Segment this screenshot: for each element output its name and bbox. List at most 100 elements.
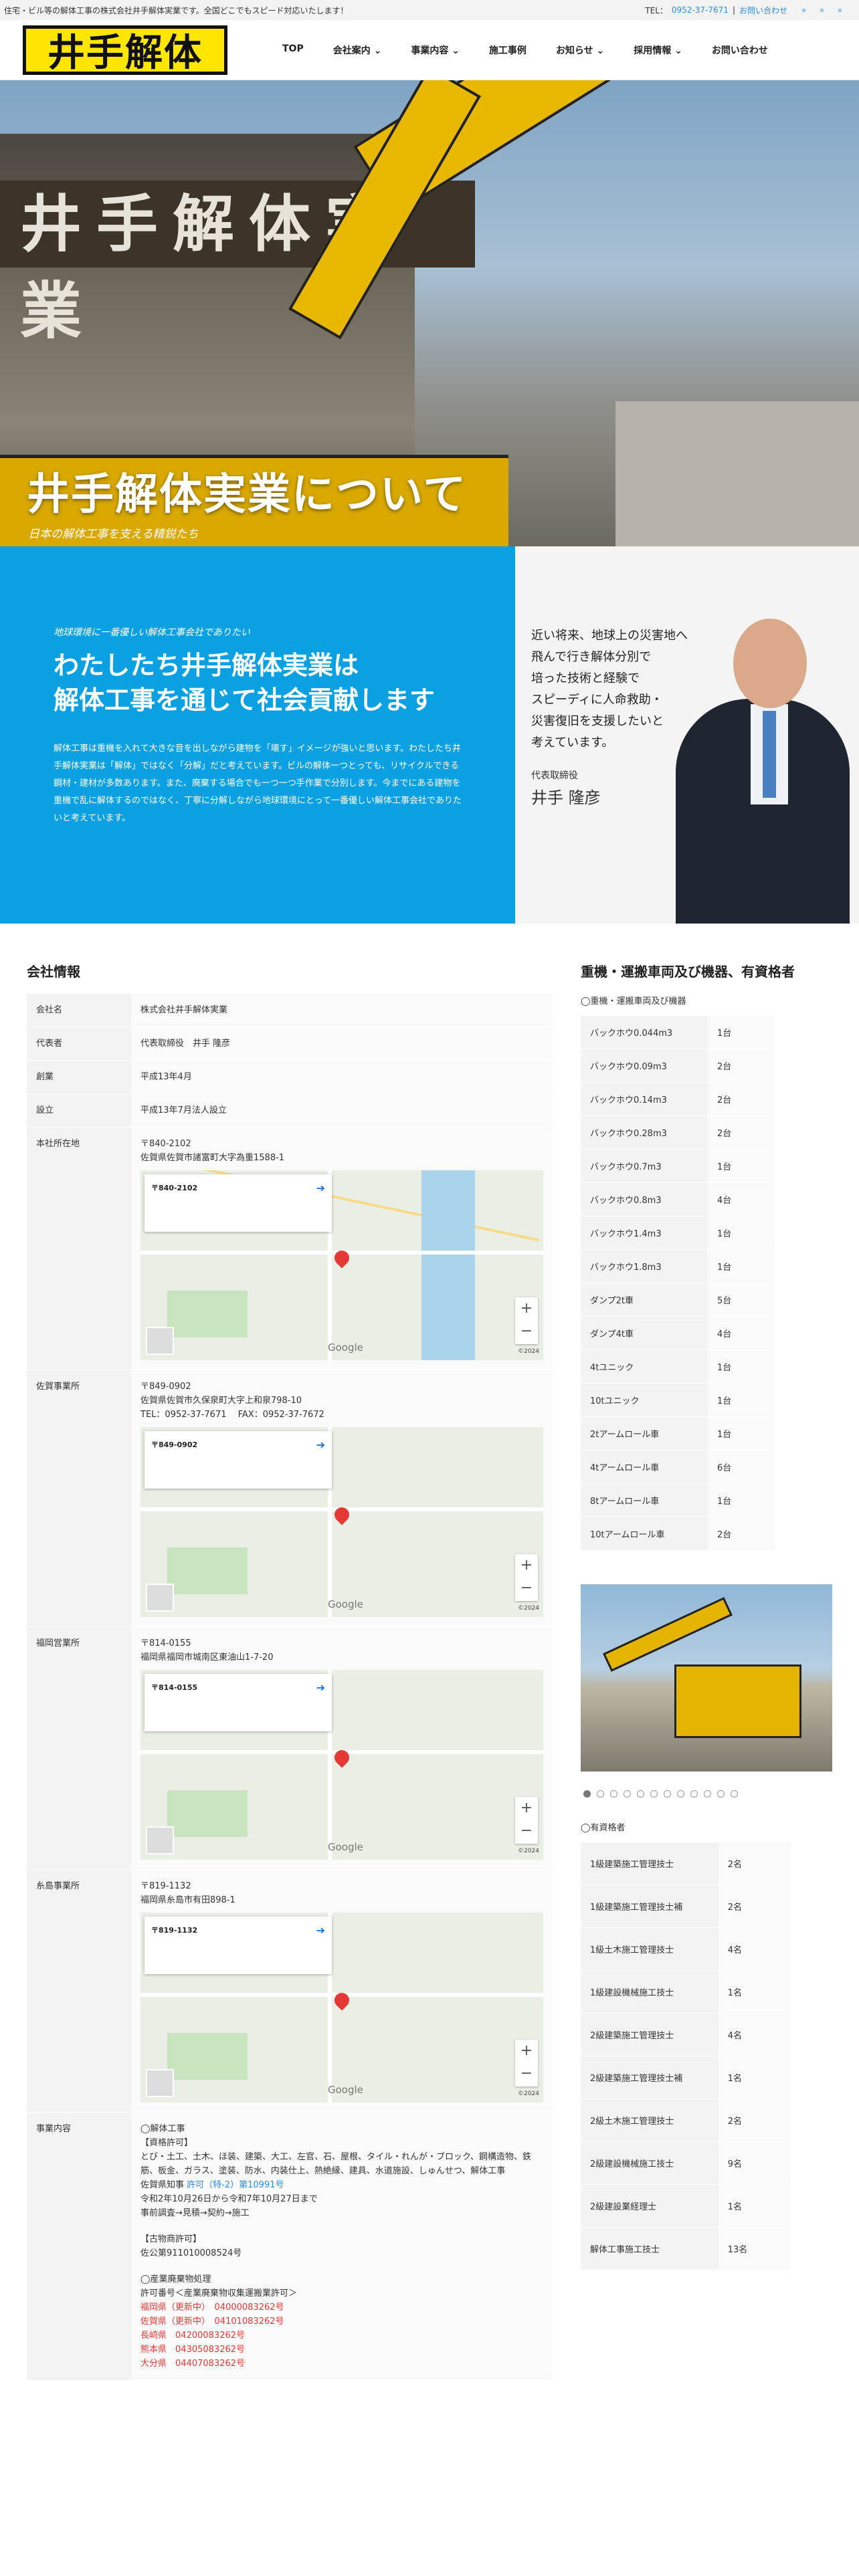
map-zoom-controls[interactable]: + − bbox=[515, 2040, 538, 2086]
map-embed[interactable]: 〒849-0902 ➔ + − Google ©2024 bbox=[140, 1427, 543, 1617]
about-left: 地球環境に一番優しい解体工事会社でありたい わたしたち井手解体実業は 解体工事を通… bbox=[0, 546, 515, 924]
license-link[interactable]: 許可（特-2）第10991号 bbox=[187, 2180, 284, 2190]
nav-item-works[interactable]: 施工事例 bbox=[474, 43, 541, 57]
table-row: 解体工事施工技士 13名 bbox=[581, 2227, 791, 2270]
table-row: 設立 平成13年7月法人設立 bbox=[27, 1093, 553, 1128]
table-row: 福岡営業所 〒814-0155 福岡県福岡市城南区東油山1-7-20 〒814-0… bbox=[27, 1626, 553, 1870]
nav-item-recruit[interactable]: 採用情報 ⌄ bbox=[619, 43, 697, 57]
table-row: 1級建築施工管理技士 2名 bbox=[581, 1842, 791, 1885]
google-logo: Google bbox=[328, 1341, 363, 1354]
table-row: 4tユニック 1台 bbox=[581, 1350, 775, 1384]
table-row: バックホウ0.14m3 2台 bbox=[581, 1082, 775, 1116]
slider-dot[interactable] bbox=[717, 1790, 725, 1798]
table-row: 2tアームロール車 1台 bbox=[581, 1416, 775, 1451]
about-headline: わたしたち井手解体実業は 解体工事を通じて社会貢献します bbox=[54, 651, 436, 715]
map-terms[interactable]: ©2024 bbox=[518, 1345, 539, 1359]
google-logo: Google bbox=[328, 1841, 363, 1853]
map-layer-thumbnail[interactable] bbox=[146, 1327, 174, 1355]
slider-dot[interactable] bbox=[637, 1790, 644, 1798]
table-row: 10tアームロール車 2台 bbox=[581, 1517, 775, 1551]
map-terms[interactable]: ©2024 bbox=[518, 2087, 539, 2101]
main-content: 会社情報 会社名 株式会社井手解体実業 代表者 代表取締役 井手 隆彦 創業 平成13… bbox=[0, 961, 859, 2381]
google-logo: Google bbox=[328, 2084, 363, 2096]
about-tag: 地球環境に一番優しい解体工事会社でありたい bbox=[54, 627, 250, 638]
ceo-message: 近い将来、地球上の災害地へ 飛んで行き解体分別で 培った技術と経験で スピーディに人命… bbox=[515, 546, 859, 924]
about-body: 解体工事は重機を入れて大きな音を出しながら建物を「壊す」イメージが強いと思います… bbox=[54, 744, 462, 823]
slider-dot[interactable] bbox=[704, 1790, 711, 1798]
contact-link[interactable]: お問い合わせ bbox=[739, 5, 787, 16]
directions-icon[interactable]: ➔ bbox=[316, 1181, 325, 1195]
map-layer-thumbnail[interactable] bbox=[146, 1584, 174, 1612]
topbar: 住宅・ビル等の解体工事の株式会社井手解体実業です。全国どこでもスピード対応いたし… bbox=[0, 0, 859, 20]
chevron-down-icon: ⌄ bbox=[674, 45, 682, 56]
map-info-card: 〒849-0902 ➔ bbox=[145, 1431, 332, 1489]
table-row: バックホウ1.4m3 1台 bbox=[581, 1216, 775, 1250]
tel-link[interactable]: 0952-37-7671 bbox=[672, 5, 729, 15]
slider-dot[interactable] bbox=[597, 1790, 604, 1798]
directions-icon[interactable]: ➔ bbox=[316, 1681, 325, 1695]
map-terms[interactable]: ©2024 bbox=[518, 1844, 539, 1858]
nav-item-business[interactable]: 事業内容 ⌄ bbox=[396, 43, 474, 57]
slider-dot[interactable] bbox=[677, 1790, 684, 1798]
table-row: 代表者 代表取締役 井手 隆彦 bbox=[27, 1027, 553, 1061]
nav-item-news[interactable]: お知らせ ⌄ bbox=[541, 43, 619, 57]
map-layer-thumbnail[interactable] bbox=[146, 1826, 174, 1854]
topbar-separator: | bbox=[732, 5, 735, 15]
chevron-down-icon: ⌄ bbox=[452, 45, 460, 56]
slider-dot[interactable] bbox=[583, 1790, 591, 1798]
main-nav: TOP 会社案内 ⌄ 事業内容 ⌄ 施工事例 お知らせ ⌄ 採用情報 ⌄ お問い… bbox=[268, 43, 783, 57]
map-layer-thumbnail[interactable] bbox=[146, 2069, 174, 2097]
topbar-right: TEL： 0952-37-7671 | お問い合わせ bbox=[645, 5, 842, 16]
table-row: 1級土木施工管理技士 4名 bbox=[581, 1927, 791, 1971]
table-row: 1級建設機械施工技士 1名 bbox=[581, 1970, 791, 2014]
social-icon[interactable] bbox=[820, 8, 824, 12]
nav-item-contact[interactable]: お問い合わせ bbox=[697, 43, 783, 57]
slider-dot[interactable] bbox=[731, 1790, 738, 1798]
table-row: 1級建築施工管理技士補 2名 bbox=[581, 1885, 791, 1928]
slider-dot[interactable] bbox=[664, 1790, 671, 1798]
nav-item-top[interactable]: TOP bbox=[268, 43, 318, 57]
map-embed[interactable]: 〒814-0155 ➔ + − Google ©2024 bbox=[140, 1670, 543, 1860]
slider-dot[interactable] bbox=[650, 1790, 658, 1798]
map-info-card: 〒840-2102 ➔ bbox=[145, 1174, 332, 1232]
company-table: 会社名 株式会社井手解体実業 代表者 代表取締役 井手 隆彦 創業 平成13年4月 設… bbox=[27, 994, 553, 2381]
site-logo[interactable]: 井手解体 bbox=[23, 25, 227, 75]
header: 井手解体 TOP 会社案内 ⌄ 事業内容 ⌄ 施工事例 お知らせ ⌄ 採用情報 … bbox=[0, 20, 859, 80]
directions-icon[interactable]: ➔ bbox=[316, 1923, 325, 1937]
hero-subtitle: 日本の解体工事を支える精鋭たち bbox=[28, 528, 199, 541]
qual-subtitle: ◯有資格者 bbox=[581, 1823, 626, 1833]
qual-table: 1級建築施工管理技士 2名 1級建築施工管理技士補 2名 1級土木施工管理技士 4名 … bbox=[581, 1842, 791, 2270]
topbar-text: 住宅・ビル等の解体工事の株式会社井手解体実業です。全国どこでもスピード対応いたし… bbox=[4, 5, 349, 15]
slider-dot[interactable] bbox=[610, 1790, 617, 1798]
table-row: 4tアームロール車 6台 bbox=[581, 1450, 775, 1484]
social-icon[interactable] bbox=[802, 8, 805, 12]
table-row: 2級土木施工管理技士 2名 bbox=[581, 2099, 791, 2142]
table-row: 8tアームロール車 1台 bbox=[581, 1483, 775, 1517]
table-row: 2級建設業経理士 1名 bbox=[581, 2184, 791, 2228]
table-row: 2級建築施工管理技士補 1名 bbox=[581, 2056, 791, 2099]
machines-subtitle: ◯重機・運搬車両及び機器 bbox=[581, 996, 686, 1006]
directions-icon[interactable]: ➔ bbox=[316, 1438, 325, 1452]
map-embed[interactable]: 〒819-1132 ➔ + − Google ©2024 bbox=[140, 1913, 543, 2103]
map-info-card: 〒819-1132 ➔ bbox=[145, 1917, 332, 1974]
table-row: 2級建築施工管理技士 4名 bbox=[581, 2013, 791, 2056]
map-zoom-controls[interactable]: + − bbox=[515, 1297, 538, 1344]
table-row: 佐賀事業所 〒849-0902 佐賀県佐賀市久保泉町大字上和泉798-10 TEL：… bbox=[27, 1370, 553, 1627]
nav-item-company[interactable]: 会社案内 ⌄ bbox=[318, 43, 397, 57]
map-embed[interactable]: 〒840-2102 ➔ + − Google ©2024 bbox=[140, 1170, 543, 1360]
map-zoom-controls[interactable]: + − bbox=[515, 1554, 538, 1601]
google-logo: Google bbox=[328, 1598, 363, 1610]
table-row: ダンプ2t車 5台 bbox=[581, 1283, 775, 1317]
slider-dot[interactable] bbox=[690, 1790, 698, 1798]
ceo-portrait bbox=[676, 619, 850, 924]
social-icon[interactable] bbox=[838, 8, 842, 12]
table-row: バックホウ1.8m3 1台 bbox=[581, 1249, 775, 1283]
table-row: バックホウ0.7m3 1台 bbox=[581, 1149, 775, 1183]
table-row: 会社名 株式会社井手解体実業 bbox=[27, 994, 553, 1027]
table-row: ダンプ4t車 4台 bbox=[581, 1316, 775, 1350]
map-zoom-controls[interactable]: + − bbox=[515, 1797, 538, 1844]
map-terms[interactable]: ©2024 bbox=[518, 1602, 539, 1616]
hero: 井手解体実業 井手解体実業について 日本の解体工事を支える精鋭たち bbox=[0, 80, 859, 546]
slider-dot[interactable] bbox=[624, 1790, 631, 1798]
machine-photo-slider[interactable] bbox=[581, 1584, 832, 1772]
